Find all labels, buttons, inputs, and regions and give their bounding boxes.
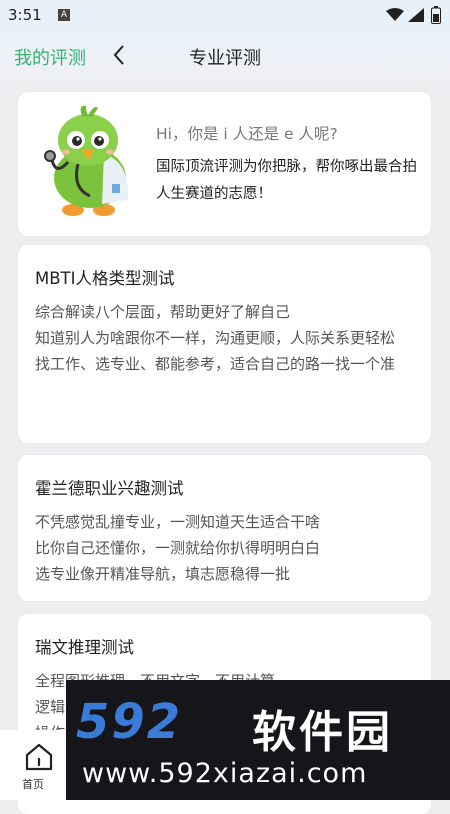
test-line: 知道别人为啥跟你不一样，沟通更顺，人际关系更轻松 <box>35 329 396 347</box>
watermark-logo: 592 <box>76 694 183 750</box>
intro-greeting: Hi，你是 i 人还是 e 人呢? <box>156 125 338 143</box>
test-title: 瑞文推理测试 <box>35 638 134 657</box>
signal-icon <box>408 8 424 22</box>
notification-a-icon: A <box>58 9 70 21</box>
test-line: 综合解读八个层面，帮助更好了解自己 <box>35 303 291 321</box>
test-card-holland[interactable]: 霍兰德职业兴趣测试 不凭感觉乱撞专业，一测知道天生适合干啥 比你自己还懂你，一测… <box>18 455 431 601</box>
bottom-nav-home[interactable]: 首页 <box>0 730 66 800</box>
test-line: 不凭感觉乱撞专业，一测知道天生适合干啥 <box>35 513 321 531</box>
test-line: 选专业像开精准导航，填志愿稳得一批 <box>35 565 291 583</box>
battery-icon <box>431 6 441 24</box>
watermark-site-name: 软件园 <box>252 707 393 758</box>
test-card-mbti[interactable]: MBTI人格类型测试 综合解读八个层面，帮助更好了解自己 知道别人为啥跟你不一样… <box>18 245 431 443</box>
top-bar: 我的评测 专业评测 <box>0 30 450 82</box>
page-title: 专业评测 <box>189 48 261 69</box>
test-title: 霍兰德职业兴趣测试 <box>35 479 184 498</box>
home-icon <box>25 743 53 771</box>
intro-description: 国际顶流评测为你把脉，帮你啄出最合拍人生赛道的志愿！ <box>156 159 417 202</box>
test-description: 不凭感觉乱撞专业，一测知道天生适合干啥 比你自己还懂你，一测就给你扒得明明白白 … <box>35 509 420 587</box>
test-line: 找工作、选专业、都能参考，适合自己的路一找一个准 <box>35 355 396 373</box>
status-bar: 3:51 A <box>0 0 450 30</box>
home-label: 首页 <box>22 778 44 791</box>
test-title: MBTI人格类型测试 <box>35 269 175 288</box>
wifi-icon <box>386 8 404 21</box>
mascot-bird <box>44 105 129 216</box>
intro-card: Hi，你是 i 人还是 e 人呢? 国际顶流评测为你把脉，帮你啄出最合拍人生赛道… <box>18 92 431 236</box>
watermark-url: www.592xiazai.com <box>82 758 368 789</box>
test-line: 比你自己还懂你，一测就给你扒得明明白白 <box>35 539 321 557</box>
test-description: 综合解读八个层面，帮助更好了解自己 知道别人为啥跟你不一样，沟通更顺，人际关系更… <box>35 299 420 377</box>
status-time: 3:51 <box>8 6 42 24</box>
watermark-overlay: 592 软件园 www.592xiazai.com <box>66 680 450 800</box>
